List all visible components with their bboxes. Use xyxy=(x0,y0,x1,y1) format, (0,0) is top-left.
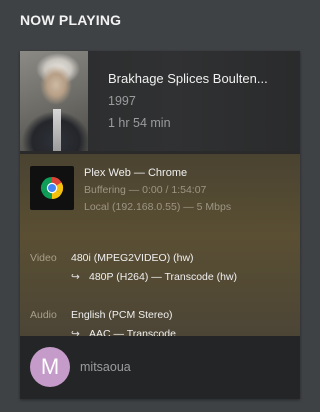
stream-details: Plex Web — Chrome Buffering — 0:00 / 1:5… xyxy=(20,154,300,340)
chrome-icon xyxy=(40,177,64,200)
now-playing-card[interactable]: Brakhage Splices Boulten... 1997 1 hr 54… xyxy=(20,51,300,399)
now-playing-title: NOW PLAYING xyxy=(20,12,122,28)
player-name: Plex Web — Chrome xyxy=(84,167,188,179)
media-poster[interactable] xyxy=(20,51,88,151)
media-title[interactable]: Brakhage Splices Boulten... xyxy=(108,71,294,86)
video-source: 480i (MPEG2VIDEO) (hw) xyxy=(71,252,194,264)
avatar[interactable]: M xyxy=(30,347,70,387)
media-info[interactable]: Brakhage Splices Boulten... 1997 1 hr 54… xyxy=(20,51,300,151)
video-transcode: ↪ 480P (H264) — Transcode (hw) xyxy=(71,271,237,283)
media-duration: 1 hr 54 min xyxy=(108,116,171,130)
audio-source: English (PCM Stereo) xyxy=(71,309,173,321)
player-app-icon xyxy=(30,166,74,210)
playback-state: Buffering — 0:00 / 1:54:07 xyxy=(84,184,207,196)
audio-label: Audio xyxy=(30,309,57,321)
video-target: 480P (H264) — Transcode (hw) xyxy=(89,271,238,283)
username[interactable]: mitsaoua xyxy=(80,360,131,374)
transcode-arrow-icon: ↪ xyxy=(71,271,80,283)
video-label: Video xyxy=(30,252,57,264)
user-row[interactable]: M mitsaoua xyxy=(20,336,300,399)
player-location: Local (192.168.0.55) — 5 Mbps xyxy=(84,201,232,213)
media-year: 1997 xyxy=(108,94,136,108)
